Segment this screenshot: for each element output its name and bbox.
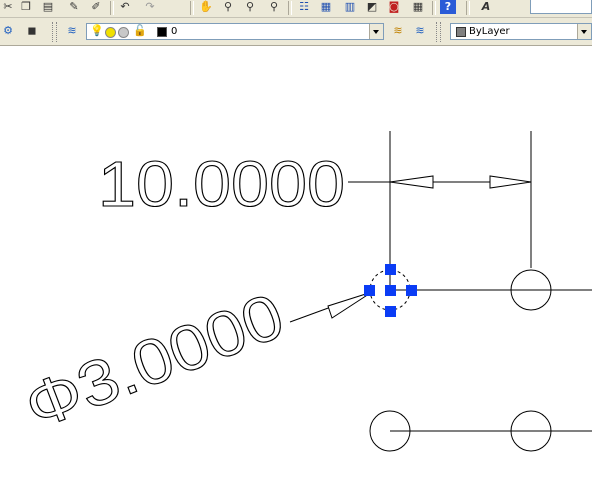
diameter-dimension-text[interactable]: Φ3.0000 (15, 279, 294, 444)
grip-quadrant-bottom[interactable] (385, 306, 396, 317)
grip-quadrant-right[interactable] (406, 285, 417, 296)
dimension-arrowhead-right[interactable] (489, 175, 532, 189)
pan-icon[interactable]: ✋ (198, 0, 214, 14)
lightbulb-icon[interactable]: 💡 (89, 24, 105, 38)
layers-toolbar: ⚙ ◼ ≋ 💡 🔓 0 ≋ ≋ ByLayer (0, 18, 592, 46)
color-swatch (456, 27, 466, 37)
layer-previous-icon[interactable]: ≋ (390, 24, 406, 38)
toolbar-grip[interactable] (52, 22, 57, 42)
layer-dropdown[interactable]: 💡 🔓 0 (86, 23, 384, 40)
toolbar-separator (110, 1, 114, 15)
text-style-combo[interactable] (530, 0, 592, 14)
chevron-down-icon[interactable] (369, 24, 383, 39)
drawing-canvas[interactable]: 10.0000 Φ3.0000 (0, 46, 592, 490)
sheet-set-icon[interactable]: ◩ (364, 0, 380, 14)
paint-icon[interactable]: ✐ (88, 0, 104, 14)
toolbar-separator (466, 1, 470, 15)
undo-icon[interactable]: ↶ (117, 0, 133, 14)
help-icon[interactable]: ? (440, 0, 456, 14)
paste-icon[interactable]: ▤ (40, 0, 56, 14)
copy-icon[interactable]: ❐ (18, 0, 34, 14)
grip-center[interactable] (385, 285, 396, 296)
layer-properties-icon[interactable]: ⚙ (0, 24, 16, 38)
zoom-previous-icon[interactable]: ⚲ (266, 0, 282, 14)
zoom-window-icon[interactable]: ⚲ (242, 0, 258, 14)
layer-stack-icon[interactable]: ≋ (64, 24, 80, 38)
standard-toolbar: ✂ ❐ ▤ ✎ ✐ ↶ ↷ ✋ ⚲ ⚲ ⚲ ☷ ▦ ▥ ◩ ◙ ▦ ? A (0, 0, 592, 18)
markup-icon[interactable]: ◙ (386, 0, 402, 14)
chevron-down-icon[interactable] (577, 24, 591, 39)
layer-color-swatch (157, 27, 167, 37)
toolbar-grip[interactable] (436, 22, 441, 42)
grip-quadrant-top[interactable] (385, 264, 396, 275)
grip-quadrant-left[interactable] (364, 285, 375, 296)
dimension-arrowhead-left[interactable] (389, 175, 434, 189)
tool-palettes-icon[interactable]: ▥ (342, 0, 358, 14)
toolbar-separator (190, 1, 194, 15)
zoom-realtime-icon[interactable]: ⚲ (220, 0, 236, 14)
properties-icon[interactable]: ☷ (296, 0, 312, 14)
sun-icon[interactable] (105, 27, 116, 38)
lock-icon[interactable]: 🔓 (132, 24, 148, 38)
toolbar-separator (288, 1, 292, 15)
redo-icon[interactable]: ↷ (142, 0, 158, 14)
linear-dimension-text[interactable]: 10.0000 (97, 147, 345, 220)
freeze-viewport-icon[interactable] (118, 27, 129, 38)
match-properties-icon[interactable]: ✎ (66, 0, 82, 14)
color-value-text: ByLayer (469, 26, 510, 37)
text-style-icon[interactable]: A (478, 0, 494, 14)
calculator-icon[interactable]: ▦ (410, 0, 426, 14)
cut-icon[interactable]: ✂ (0, 0, 16, 14)
color-control-dropdown[interactable]: ByLayer (450, 23, 592, 40)
layer-name-text: 0 (171, 26, 178, 37)
toolbar-separator (432, 1, 436, 15)
design-center-icon[interactable]: ▦ (318, 0, 334, 14)
layer-states-icon[interactable]: ≋ (412, 24, 428, 38)
make-object-layer-current-icon[interactable]: ◼ (24, 24, 40, 38)
